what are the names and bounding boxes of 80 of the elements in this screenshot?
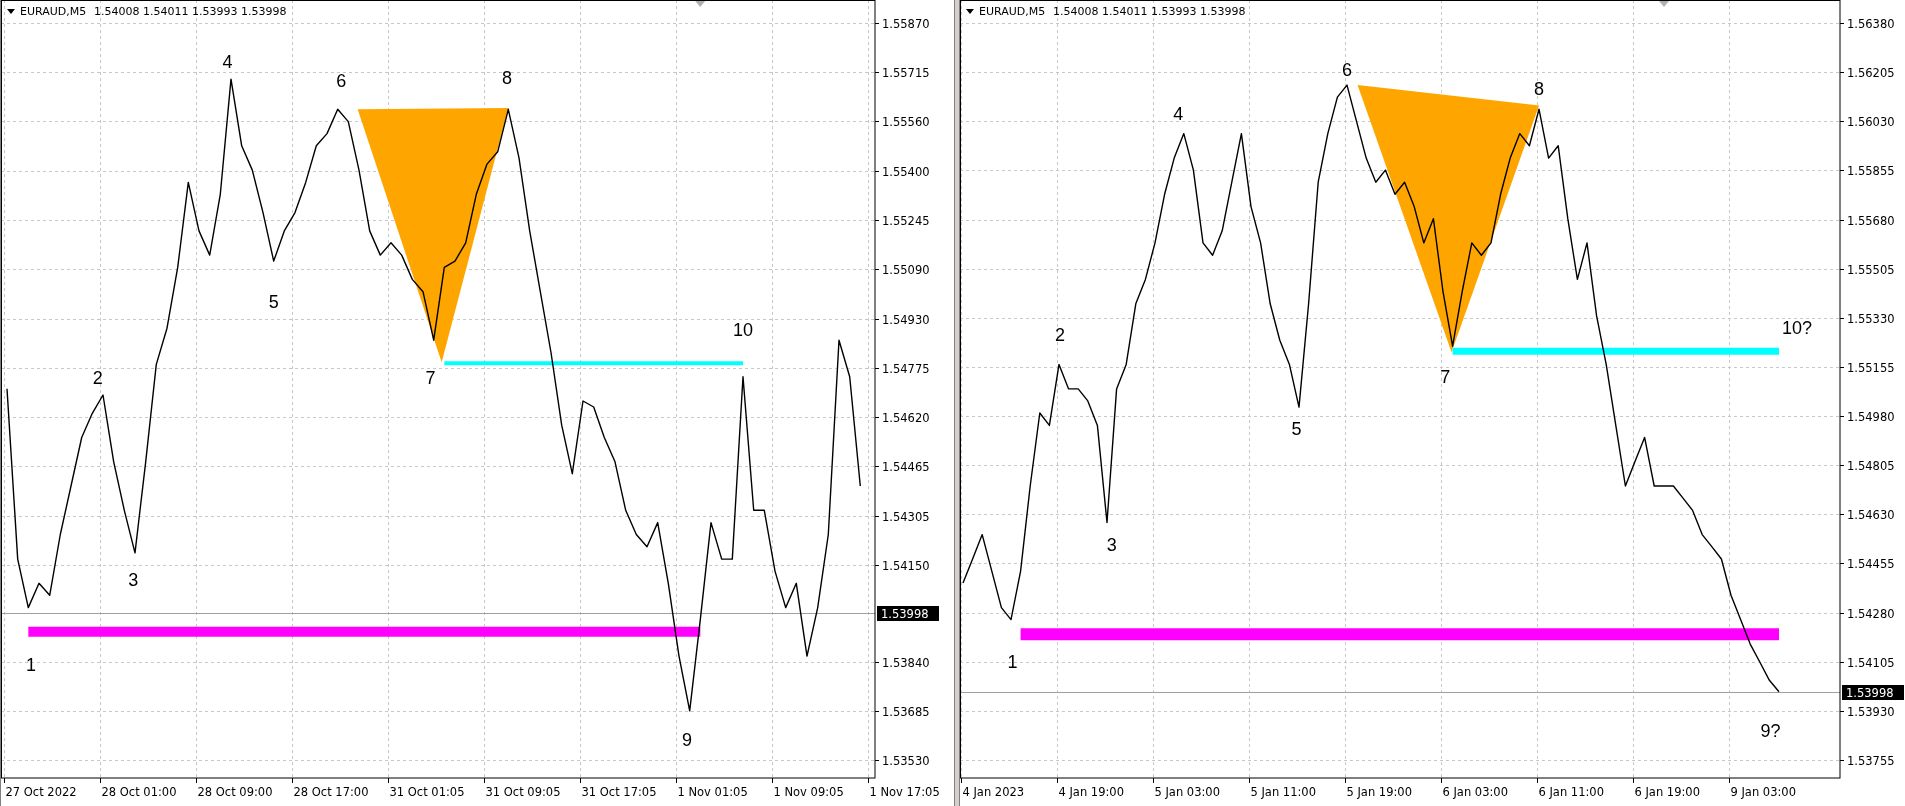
price-axis-label: 1.55870: [882, 16, 930, 31]
price-axis-label: 1.55855: [1847, 163, 1895, 178]
time-axis-label: 4 Jan 2023: [962, 785, 1025, 799]
time-axis-label: 31 Oct 01:05: [389, 785, 465, 799]
price-axis-label: 1.53530: [882, 753, 930, 768]
price-axis-label: 1.53755: [1847, 753, 1895, 768]
dropdown-icon[interactable]: [966, 9, 974, 14]
price-axis-label: 1.56205: [1847, 65, 1895, 80]
price-axis-label: 1.56380: [1847, 16, 1895, 31]
price-quotes: 1.54008 1.54011 1.53993 1.53998: [1053, 5, 1246, 18]
price-axis-label: 1.53930: [1847, 704, 1895, 719]
time-axis-label: 31 Oct 17:05: [581, 785, 657, 799]
chart-symbol: EURAUD,M5: [20, 5, 87, 18]
price-axis-label: 1.54980: [1847, 409, 1895, 424]
wave-label: 4: [222, 52, 233, 73]
time-axis-label: 5 Jan 19:00: [1346, 785, 1412, 799]
wave-label: 2: [1055, 325, 1066, 346]
wave-label: 9?: [1760, 721, 1781, 742]
price-axis-label: 1.55330: [1847, 311, 1895, 326]
price-axis-label: 1.55155: [1847, 360, 1895, 375]
wave-label: 1: [26, 654, 36, 675]
time-axis-label: 6 Jan 11:00: [1538, 785, 1604, 799]
time-axis-label: 6 Jan 19:00: [1634, 785, 1700, 799]
current-price-tag: 1.53998: [877, 606, 939, 621]
price-axis-label: 1.53840: [882, 655, 930, 670]
time-axis-label: 5 Jan 11:00: [1250, 785, 1316, 799]
price-axis-label: 1.54150: [882, 558, 930, 573]
time-axis-label: 9 Jan 03:00: [1730, 785, 1796, 799]
price-axis-label: 1.55560: [882, 114, 930, 129]
price-axis-label: 1.55715: [882, 65, 930, 80]
wave-label: 7: [1440, 366, 1451, 387]
price-axis-label: 1.54465: [882, 459, 930, 474]
wave-label: 8: [502, 67, 512, 88]
time-axis-label: 28 Oct 01:00: [101, 785, 177, 799]
dropdown-icon[interactable]: [7, 9, 15, 14]
price-axis-label: 1.54455: [1847, 556, 1895, 571]
wave-label: 9: [682, 729, 692, 750]
price-axis-label: 1.54620: [882, 410, 930, 425]
price-axis-label: 1.55400: [882, 164, 930, 179]
price-axis-label: 1.54280: [1847, 606, 1895, 621]
current-price-tag: 1.53998: [1842, 685, 1904, 700]
shift-marker-icon[interactable]: [695, 1, 706, 7]
wave-label: 3: [1106, 535, 1117, 556]
time-axis-label: 1 Nov 01:05: [677, 785, 748, 799]
wave-label: 4: [1173, 104, 1184, 125]
wave-label: 1: [1007, 652, 1018, 673]
price-axis-label: 1.54305: [882, 509, 930, 524]
price-axis-label: 1.54775: [882, 361, 930, 376]
wave-label: 3: [128, 569, 139, 590]
time-axis-label: 31 Oct 09:05: [485, 785, 561, 799]
time-axis-label: 28 Oct 17:00: [293, 785, 369, 799]
time-axis-label: 6 Jan 03:00: [1442, 785, 1508, 799]
price-axis-label: 1.55245: [882, 213, 930, 228]
time-axis-label: 5 Jan 03:00: [1154, 785, 1220, 799]
wave-label: 2: [92, 368, 103, 388]
wave-label: 6: [336, 71, 347, 92]
time-axis-label: 1 Nov 09:05: [773, 785, 844, 799]
time-axis-label: 1 Nov 17:05: [869, 785, 940, 799]
price-axis-label: 1.56030: [1847, 114, 1895, 129]
wave-label: 7: [425, 368, 436, 388]
price-axis-label: 1.55090: [882, 262, 930, 277]
price-quotes: 1.54008 1.54011 1.53993 1.53998: [94, 5, 287, 18]
shift-marker-icon[interactable]: [1659, 1, 1669, 7]
wave-label: 10: [733, 320, 753, 341]
wave-label: 6: [1342, 60, 1352, 81]
price-axis-label: 1.54805: [1847, 458, 1895, 473]
price-axis-label: 1.55505: [1847, 262, 1895, 277]
price-axis-label: 1.53685: [882, 704, 930, 719]
wave-label: 5: [268, 292, 279, 313]
chart-symbol: EURAUD,M5: [979, 5, 1046, 18]
wave-label: 8: [1534, 78, 1544, 99]
time-axis-label: 27 Oct 2022: [5, 785, 77, 799]
time-axis-label: 28 Oct 09:00: [197, 785, 273, 799]
time-axis-label: 4 Jan 19:00: [1058, 785, 1124, 799]
wave-label: 5: [1291, 418, 1302, 439]
price-axis-label: 1.55680: [1847, 213, 1895, 228]
price-axis-label: 1.54630: [1847, 507, 1895, 522]
price-axis-label: 1.54105: [1847, 655, 1895, 670]
price-axis-label: 1.54930: [882, 312, 930, 327]
wave-label: 10?: [1782, 318, 1812, 339]
